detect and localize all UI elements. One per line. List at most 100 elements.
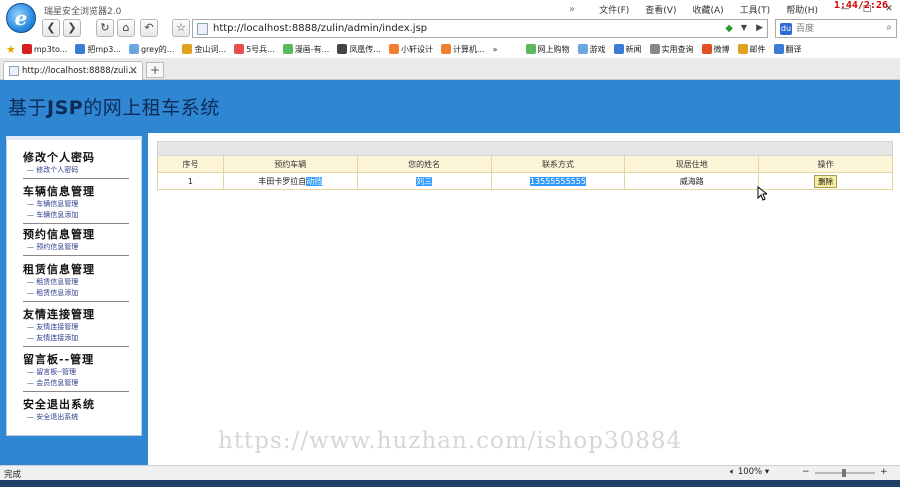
row-car-selected: 动挡	[306, 176, 323, 186]
delete-button[interactable]: 删除	[814, 174, 838, 188]
sidebar-link[interactable]: 修改个人密码	[23, 165, 129, 176]
favorite-site-icon	[21, 44, 32, 54]
refresh-button[interactable]: ↻	[96, 19, 114, 37]
favorites-star-icon[interactable]: ★	[6, 43, 16, 56]
address-url[interactable]: http://localhost:8888/zulin/admin/index.…	[213, 23, 427, 34]
favorite-item[interactable]: 把mp3...	[75, 44, 121, 55]
sidebar-link[interactable]: 预约信息管理	[23, 242, 129, 253]
search-icon[interactable]: ⌕	[886, 22, 892, 33]
sidebar-link[interactable]: 会员信息管理	[23, 378, 129, 389]
favorite-right-item[interactable]: 实用查询	[649, 44, 694, 55]
menu-view[interactable]: 查看(V)	[645, 3, 676, 16]
go-arrow-icon[interactable]: ▶	[756, 23, 763, 33]
menu-favorites[interactable]: 收藏(A)	[692, 3, 723, 16]
address-bar[interactable]: http://localhost:8888/zulin/admin/index.…	[192, 19, 768, 38]
favorite-right-label: 实用查询	[661, 44, 694, 54]
favorite-site-icon	[613, 44, 624, 54]
favorite-item[interactable]: 金山词...	[182, 44, 226, 55]
favorite-site-icon	[649, 44, 660, 54]
sidebar-link[interactable]: 租赁信息添加	[23, 288, 129, 299]
favorite-right-item[interactable]: 网上购物	[525, 44, 570, 55]
favorite-right-label: 微博	[713, 44, 730, 54]
sidebar-group-title: 留言板--管理	[23, 353, 95, 366]
back-arrow-icon: ❮	[46, 21, 56, 34]
menu-help[interactable]: 帮助(H)	[786, 3, 818, 16]
sidebar-link[interactable]: 留言板--管理	[23, 367, 129, 378]
tab-current[interactable]: http://localhost:8888/zuli... ✕	[3, 61, 143, 80]
tab-bar: http://localhost:8888/zuli... ✕ +	[0, 58, 900, 80]
favorite-right-item[interactable]: 邮件	[737, 44, 766, 55]
favorite-star-button[interactable]: ☆	[172, 19, 190, 37]
zoom-slider-knob[interactable]	[842, 469, 846, 477]
row-name: 刘三	[356, 172, 492, 190]
undo-button[interactable]: ↶	[140, 19, 158, 37]
favorite-right-label: 邮件	[749, 44, 766, 54]
sidebar-menu: 修改个人密码修改个人密码车辆信息管理车辆信息管理车辆信息添加预约信息管理预约信息…	[6, 136, 142, 436]
overlay-clock: 1:44/2:26	[833, 0, 888, 11]
sidebar-group-title: 友情连接管理	[23, 308, 95, 321]
favorite-item[interactable]: grey的...	[128, 44, 174, 55]
sidebar-group-title: 安全退出系统	[23, 398, 95, 411]
tab-close-icon[interactable]: ✕	[129, 64, 138, 77]
favorite-label: 5号兵...	[246, 44, 275, 54]
star-outline-icon: ☆	[176, 21, 186, 34]
favorite-right-item[interactable]: 微博	[701, 44, 730, 55]
favorite-item[interactable]: 小轩设计	[388, 44, 433, 55]
search-input[interactable]	[796, 22, 880, 35]
favorite-item[interactable]: 5号兵...	[234, 44, 275, 55]
table-header-row: 序号 预约车辆 您的姓名 联系方式 现居住地 操作	[157, 155, 893, 173]
favorite-label: 漫画-有...	[294, 44, 330, 54]
sidebar-link[interactable]: 租赁信息管理	[23, 277, 129, 288]
zoom-value: 100%	[737, 467, 763, 477]
sidebar-link[interactable]: 友情连接管理	[23, 322, 129, 333]
web-page: 基于JSP的网上租车系统 修改个人密码修改个人密码车辆信息管理车辆信息管理车辆信…	[0, 80, 900, 465]
address-dropdown-icon[interactable]: ▼	[741, 23, 747, 32]
baidu-icon: du	[780, 23, 792, 35]
forward-button[interactable]: ❯	[63, 19, 81, 37]
tab-page-icon	[9, 66, 19, 76]
favorite-item[interactable]: 漫画-有...	[282, 44, 330, 55]
favorite-label: 凤凰传...	[349, 44, 381, 54]
sidebar-link[interactable]: 友情连接添加	[23, 333, 129, 344]
favorite-site-icon	[388, 44, 399, 54]
favorite-right-item[interactable]: 游戏	[577, 44, 606, 55]
favorite-item[interactable]: 计算机...	[440, 44, 485, 55]
table-row: 1 丰田卡罗拉自动挡 刘三 13555555555 威海路 删除	[157, 172, 893, 190]
menu-tools[interactable]: 工具(T)	[740, 3, 771, 16]
main-content: 序号 预约车辆 您的姓名 联系方式 现居住地 操作 1 丰田卡罗拉自动挡 刘三 …	[148, 133, 900, 465]
favorite-label: 把mp3...	[87, 44, 121, 54]
sidebar-group: 预约信息管理预约信息管理	[23, 226, 129, 256]
zoom-level[interactable]: 🔈︎ 100% ▾	[730, 467, 769, 477]
reservation-table: 序号 预约车辆 您的姓名 联系方式 现居住地 操作 1 丰田卡罗拉自动挡 刘三 …	[157, 141, 893, 190]
new-tab-button[interactable]: +	[146, 62, 164, 78]
home-button[interactable]: ⌂	[117, 19, 135, 37]
zoom-out-icon[interactable]: −	[802, 467, 810, 477]
favorite-right-item[interactable]: 新闻	[613, 44, 642, 55]
back-button[interactable]: ❮	[42, 19, 60, 37]
favorite-item[interactable]: mp3to...	[21, 44, 68, 54]
favorite-item[interactable]: 凤凰传...	[337, 44, 381, 55]
menu-file[interactable]: 文件(F)	[599, 3, 629, 16]
browser-navbar: ❮ ❯ ↻ ⌂ ↶ ☆ http://localhost:8888/zulin/…	[0, 18, 900, 40]
security-shield-icon[interactable]: ◆	[725, 23, 733, 34]
sidebar-divider	[23, 178, 129, 179]
favorite-label: 小轩设计	[400, 44, 433, 54]
favorite-right-item[interactable]: 翻译	[773, 44, 802, 55]
menubar-overflow-icon[interactable]: »	[569, 4, 575, 15]
table-caption-bar	[157, 141, 893, 156]
favorite-right-label: 游戏	[589, 44, 606, 54]
sidebar-link[interactable]: 安全退出系统	[23, 412, 95, 423]
home-icon: ⌂	[122, 21, 130, 34]
sidebar-divider	[23, 255, 129, 256]
sidebar-link[interactable]: 车辆信息添加	[23, 210, 129, 221]
sidebar-link[interactable]: 车辆信息管理	[23, 199, 129, 210]
favorite-right-label: 网上购物	[537, 44, 570, 54]
favorite-label: 计算机...	[452, 44, 485, 54]
favorite-site-icon	[577, 44, 588, 54]
favorite-site-icon	[337, 44, 348, 54]
search-box[interactable]: du ⌕	[775, 19, 897, 38]
zoom-in-icon[interactable]: +	[880, 467, 888, 477]
sidebar-column: 修改个人密码修改个人密码车辆信息管理车辆信息管理车辆信息添加预约信息管理预约信息…	[0, 133, 148, 465]
favorites-more-icon[interactable]: »	[493, 45, 498, 54]
favorite-label: mp3to...	[33, 44, 68, 54]
